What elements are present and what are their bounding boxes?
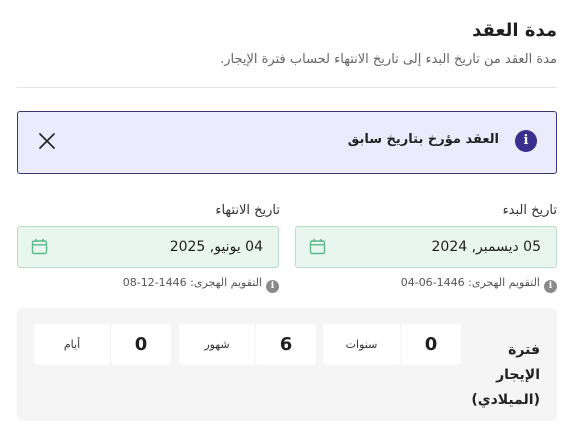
days-unit-label: أيام — [63, 338, 81, 351]
end-hijri: i التقويم الهجرى: 1446-12-08 — [123, 276, 279, 293]
start-hijri: i التقويم الهجرى: 1446-06-04 — [401, 276, 557, 293]
days-value: 0 — [111, 324, 171, 365]
end-date-field[interactable]: 04 يونيو, 2025 — [17, 226, 279, 268]
years-value: 0 — [401, 324, 461, 365]
months-unit: شهور — [179, 324, 255, 365]
days-unit: أيام — [34, 324, 110, 365]
section-subtitle: مدة العقد من تاريخ البدء إلى تاريخ الانت… — [220, 52, 557, 67]
rental-period-box: فترة الإيجار (الميلادي) 0 سنوات 6 شهور 0… — [17, 308, 557, 421]
alert-text: العقد مؤرخ بتاريخ سابق — [347, 132, 499, 147]
calendar-icon[interactable] — [309, 238, 326, 255]
end-hijri-text: التقويم الهجرى: 1446-12-08 — [122, 276, 262, 289]
rental-period-label: فترة الإيجار (الميلادي) — [471, 342, 540, 408]
section-title: مدة العقد — [472, 20, 557, 41]
start-date-value: 05 ديسمبر, 2024 — [431, 239, 541, 255]
start-hijri-text: التقويم الهجرى: 1446-06-04 — [400, 276, 540, 289]
months-unit-label: شهور — [204, 338, 230, 351]
backdated-alert: i العقد مؤرخ بتاريخ سابق — [17, 111, 557, 174]
calendar-icon[interactable] — [31, 238, 48, 255]
days-number: 0 — [134, 334, 148, 355]
months-value: 6 — [256, 324, 316, 365]
start-date-label: تاريخ البدء — [502, 203, 557, 218]
years-unit-label: سنوات — [345, 338, 378, 351]
years-number: 0 — [424, 334, 438, 355]
divider — [17, 87, 557, 88]
years-unit: سنوات — [323, 324, 400, 365]
contract-duration-panel: مدة العقد مدة العقد من تاريخ البدء إلى ت… — [0, 0, 578, 442]
months-number: 6 — [279, 334, 293, 355]
end-date-label: تاريخ الانتهاء — [215, 203, 280, 218]
info-icon: i — [266, 280, 279, 293]
end-date-value: 04 يونيو, 2025 — [169, 239, 263, 255]
close-icon[interactable] — [36, 130, 58, 152]
info-icon: i — [515, 130, 537, 152]
start-date-field[interactable]: 05 ديسمبر, 2024 — [295, 226, 557, 268]
info-icon: i — [544, 280, 557, 293]
